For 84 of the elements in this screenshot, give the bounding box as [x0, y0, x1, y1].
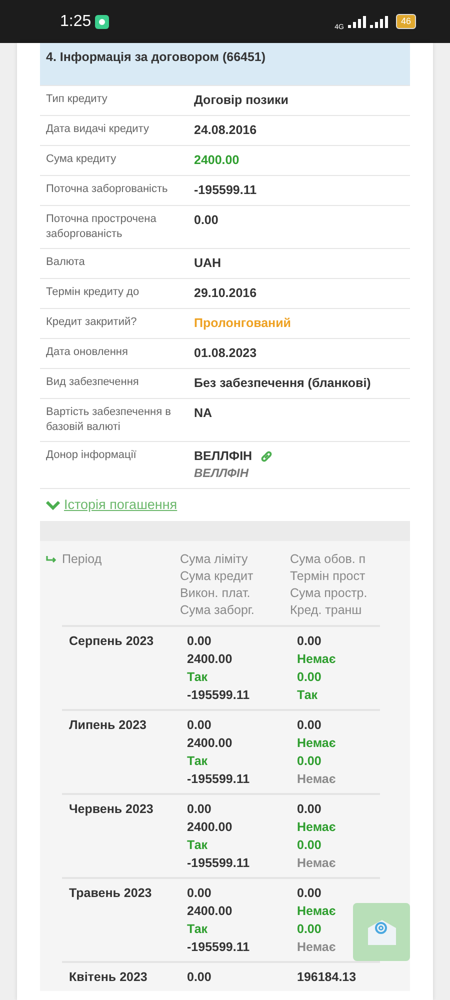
- column-header: Термін прост: [290, 568, 366, 586]
- signal-icon: [348, 16, 366, 28]
- table-cell-text: -195599.11: [187, 687, 251, 704]
- table-cell-text: Так: [187, 753, 209, 770]
- table-cell-text: 0.00: [297, 837, 322, 854]
- period-cell-text: Травень 2023: [68, 885, 153, 902]
- table-cell-text: 0.00: [187, 717, 212, 734]
- table-cell-text: Немає: [297, 651, 337, 668]
- column-header: Сума простр.: [290, 585, 368, 602]
- field-label: Вартість забезпечення в базовій валюті: [46, 405, 172, 435]
- field-value: Без забезпечення (бланкові): [194, 375, 371, 392]
- section-title: 4. Інформація за договором (66451): [40, 43, 410, 85]
- table-cell-text: -195599.11: [187, 855, 251, 872]
- table-cell-text: 2400.00: [187, 903, 234, 920]
- field-label: Дата оновлення: [46, 345, 129, 360]
- envelope-icon: [366, 918, 396, 946]
- table-cell-text: Немає: [297, 819, 337, 836]
- column-header: Період: [62, 551, 103, 568]
- table-cell-text: 0.00: [297, 921, 322, 938]
- table-cell-text: 0.00: [297, 885, 322, 902]
- status-time: 1:25: [60, 12, 92, 32]
- field-label: Поточна прострочена заборгованість: [46, 212, 158, 242]
- app-notification-icon: [95, 14, 110, 28]
- field-value: 2400.00: [194, 152, 240, 169]
- field-label: Дата видачі кредиту: [46, 122, 150, 137]
- table-cell-text: 0.00: [187, 801, 212, 818]
- table-cell-text: -195599.11: [187, 939, 251, 956]
- table-cell-text: 0.00: [187, 969, 212, 986]
- signal-icon: [370, 16, 388, 28]
- field-value: 01.08.2023: [194, 345, 257, 362]
- field-value: 24.08.2016: [194, 122, 257, 139]
- table-cell-text: 2400.00: [187, 651, 234, 668]
- table-cell-text: 0.00: [297, 801, 322, 818]
- table-cell-text: -195599.11: [187, 771, 251, 788]
- table-cell-text: 0.00: [187, 885, 212, 902]
- field-value: ВЕЛЛФІН: [194, 448, 252, 465]
- field-label: Валюта: [46, 255, 86, 270]
- field-value: UAH: [194, 255, 222, 272]
- link-icon[interactable]: [260, 450, 274, 463]
- period-cell-text: Червень 2023: [68, 801, 154, 818]
- period-cell-text: Серпень 2023: [68, 633, 155, 650]
- column-header: Сума заборг.: [180, 602, 256, 620]
- table-cell-text: Немає: [297, 771, 337, 788]
- column-header: Викон. плат.: [180, 585, 252, 602]
- field-label: Вид забезпечення: [46, 375, 140, 390]
- field-label: Термін кредиту до: [46, 285, 140, 300]
- column-header: Сума обов. п: [290, 551, 367, 568]
- field-value: Пролонгований: [194, 315, 291, 332]
- table-cell-text: Немає: [297, 903, 337, 920]
- table-cell-text: 0.00: [297, 717, 322, 734]
- table-cell-text: Так: [187, 669, 209, 686]
- field-value: 0.00: [194, 212, 218, 229]
- field-value: Договір позики: [194, 92, 288, 109]
- table-cell-text: Немає: [297, 855, 337, 872]
- field-value: -195599.11: [194, 182, 257, 199]
- table-cell-text: Немає: [297, 735, 337, 752]
- field-label: Тип кредиту: [46, 92, 108, 107]
- period-cell-text: Липень 2023: [68, 717, 148, 734]
- table-cell-text: 0.00: [297, 669, 322, 686]
- column-header: Кред. транш: [290, 602, 363, 620]
- table-cell-text: 2400.00: [187, 735, 234, 752]
- mail-button[interactable]: [353, 903, 410, 961]
- return-arrow-icon: [46, 555, 57, 564]
- table-cell-text: Немає: [297, 939, 337, 956]
- field-label: Донор інформації: [46, 448, 138, 463]
- field-value: NA: [194, 405, 212, 422]
- battery-indicator: 46: [396, 14, 416, 29]
- field-label: Поточна заборгованість: [46, 182, 169, 197]
- table-cell-text: 0.00: [297, 633, 322, 650]
- field-label: Сума кредиту: [46, 152, 118, 167]
- history-toggle-link[interactable]: Історія погашення: [64, 495, 178, 516]
- table-cell-text: Так: [187, 921, 209, 938]
- table-cell-text: Так: [187, 837, 209, 854]
- field-label: Кредит закритий?: [46, 315, 138, 330]
- table-cell-text: 0.00: [297, 753, 322, 770]
- table-cell-text: 2400.00: [187, 819, 234, 836]
- column-header: Сума ліміту: [180, 551, 249, 568]
- column-header: Сума кредит: [180, 568, 254, 586]
- field-subvalue: ВЕЛЛФІН: [194, 465, 250, 482]
- period-cell-text: Квітень 2023: [68, 969, 148, 986]
- table-cell-text: Так: [297, 687, 319, 704]
- table-cell-text: 196184.13: [297, 969, 358, 986]
- field-value: 29.10.2016: [194, 285, 257, 302]
- table-cell-text: 0.00: [187, 633, 212, 650]
